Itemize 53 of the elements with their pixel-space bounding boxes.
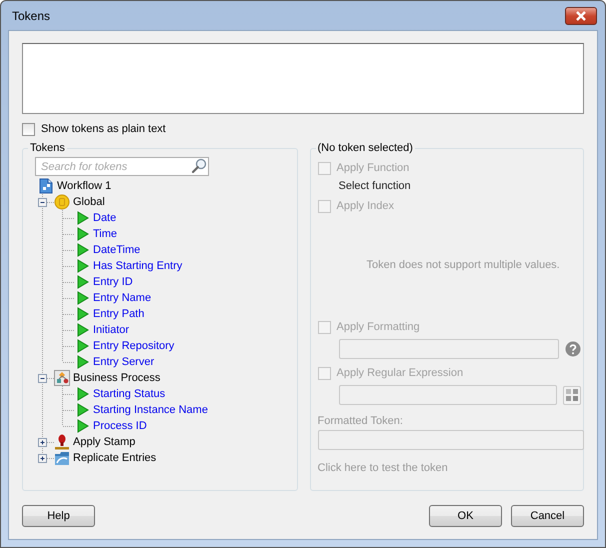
expand-icon[interactable] xyxy=(38,454,47,463)
folder-icon xyxy=(54,450,70,466)
token-item[interactable]: Initiator xyxy=(93,322,130,338)
group-title: Tokens xyxy=(29,142,66,154)
tree-item[interactable]: Replicate Entries xyxy=(73,450,156,466)
token-item[interactable]: Entry Repository xyxy=(93,338,174,354)
token-item[interactable]: Has Starting Entry xyxy=(93,258,182,274)
group-title: (No token selected) xyxy=(316,142,414,154)
checkbox-label: Show tokens as plain text xyxy=(41,123,166,135)
close-button[interactable] xyxy=(565,6,597,24)
tree-item[interactable]: Business Process xyxy=(73,370,160,386)
checkbox-label: Apply Index xyxy=(336,200,394,212)
search-field[interactable]: Search for tokens xyxy=(35,157,209,176)
checkbox[interactable] xyxy=(22,122,35,136)
coin-icon xyxy=(54,194,70,210)
grid-button[interactable] xyxy=(563,386,581,404)
token-editor[interactable] xyxy=(22,43,584,114)
checkbox-label: Apply Function xyxy=(336,162,410,174)
token-item[interactable]: Starting Status xyxy=(93,386,166,402)
regex-field[interactable] xyxy=(338,385,558,405)
info-text: Token does not support multiple values. xyxy=(366,259,561,271)
token-item[interactable]: Date xyxy=(93,210,116,226)
stamp-icon xyxy=(54,434,70,450)
dialog-button[interactable]: Help xyxy=(22,505,95,527)
field-label: Formatted Token: xyxy=(318,415,404,427)
token-item[interactable]: Entry Server xyxy=(93,354,154,370)
checkbox-label: Apply Formatting xyxy=(336,321,420,333)
token-item[interactable]: Starting Instance Name xyxy=(93,402,208,418)
tree-item[interactable]: Workflow 1 xyxy=(57,178,112,194)
document-icon xyxy=(38,178,54,194)
formatted-token-field[interactable] xyxy=(318,430,584,450)
function-label: Select function xyxy=(338,180,412,192)
grid-icon xyxy=(566,389,578,401)
dialog-button[interactable]: Cancel xyxy=(511,505,584,527)
dialog-button[interactable]: OK xyxy=(429,505,502,527)
checkbox-label: Apply Regular Expression xyxy=(336,367,464,379)
tree-item[interactable]: Apply Stamp xyxy=(73,434,136,450)
token-item[interactable]: Entry Name xyxy=(93,290,152,306)
window-title: Tokens xyxy=(12,8,50,22)
expand-icon[interactable] xyxy=(38,438,47,447)
token-item[interactable]: Time xyxy=(93,226,118,242)
token-item[interactable]: DateTime xyxy=(93,242,140,258)
collapse-icon[interactable] xyxy=(38,374,47,383)
close-icon xyxy=(575,10,587,20)
collapse-icon[interactable] xyxy=(38,198,47,207)
tree-item[interactable]: Global xyxy=(73,194,105,210)
help-icon xyxy=(564,341,581,357)
token-item[interactable]: Entry Path xyxy=(93,306,144,322)
format-field[interactable] xyxy=(338,339,559,359)
token-item[interactable]: Process ID xyxy=(93,418,147,434)
search-icon xyxy=(191,158,207,174)
token-item[interactable]: Entry ID xyxy=(93,274,133,290)
process-icon xyxy=(54,370,70,386)
